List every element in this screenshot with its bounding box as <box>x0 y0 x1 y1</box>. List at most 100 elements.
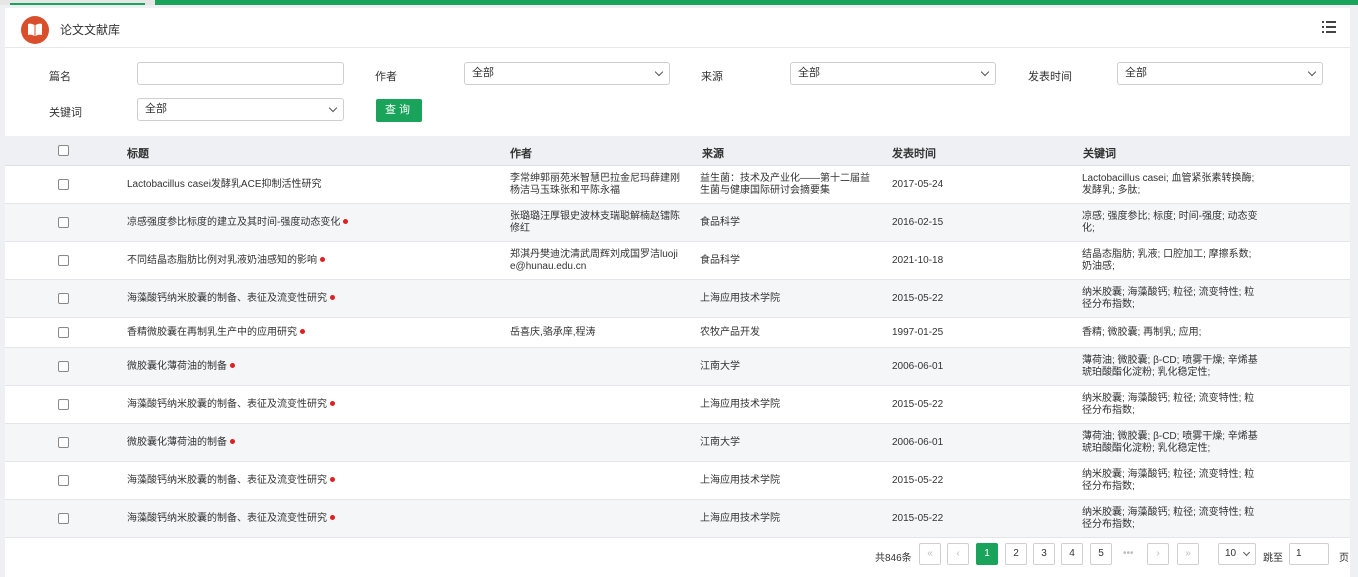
first-page-button[interactable]: « <box>919 543 941 565</box>
page-size-select[interactable]: 10 <box>1218 543 1256 565</box>
row-checkbox[interactable] <box>58 399 69 410</box>
row-source: 食品科学 <box>700 255 740 266</box>
table-row[interactable]: 微胶囊化薄荷油的制备 江南大学 2006-06-01 薄荷油; 微胶囊; β-CD; … <box>5 424 1350 462</box>
new-marker-icon <box>300 328 305 334</box>
table-row[interactable]: 香精微胶囊在再制乳生产中的应用研究 岳喜庆,骆承庠,程涛 农牧产品开发 1997-01… <box>5 318 1350 348</box>
menu-list-icon[interactable] <box>1322 20 1336 34</box>
row-date: 2015-05-22 <box>892 399 944 410</box>
table-row[interactable]: Lactobacillus casei发酵乳ACE抑制活性研究 李常绅郭丽苑米智慧… <box>5 166 1350 204</box>
row-title[interactable]: 海藻酸钙纳米胶囊的制备、表征及流变性研究 <box>127 399 487 411</box>
row-date: 2017-05-24 <box>892 179 944 190</box>
table-row[interactable]: 海藻酸钙纳米胶囊的制备、表征及流变性研究 上海应用技术学院 2015-05-22 纳米… <box>5 500 1350 538</box>
chevron-down-icon <box>328 103 338 113</box>
chevron-down-icon <box>1242 548 1251 557</box>
row-keywords: 薄荷油; 微胶囊; β-CD; 喷雾干燥; 辛烯基琥珀酸酯化淀粉; 乳化稳定性; <box>1082 355 1258 378</box>
row-date: 2015-05-22 <box>892 513 944 524</box>
row-title[interactable]: 海藻酸钙纳米胶囊的制备、表征及流变性研究 <box>127 293 487 305</box>
author-select[interactable]: 全部 <box>464 62 670 85</box>
keyword-filter-label: 关键词 <box>49 107 82 119</box>
row-checkbox[interactable] <box>58 293 69 304</box>
table-row[interactable]: 海藻酸钙纳米胶囊的制备、表征及流变性研究 上海应用技术学院 2015-05-22 纳米… <box>5 462 1350 500</box>
last-page-button[interactable]: » <box>1177 543 1199 565</box>
header-date[interactable]: 发表时间 <box>892 145 936 161</box>
author-filter-label: 作者 <box>375 71 397 83</box>
page-button-3[interactable]: 3 <box>1033 543 1055 565</box>
row-source: 江南大学 <box>700 361 740 372</box>
page-button-1[interactable]: 1 <box>976 543 998 565</box>
row-checkbox[interactable] <box>58 327 69 338</box>
browser-tab-strip <box>0 0 1358 5</box>
header-keywords[interactable]: 关键词 <box>1083 145 1116 161</box>
row-title[interactable]: 凉感强度参比标度的建立及其时间-强度动态变化 <box>127 217 487 229</box>
row-keywords: 薄荷油; 微胶囊; β-CD; 喷雾干燥; 辛烯基琥珀酸酯化淀粉; 乳化稳定性; <box>1082 431 1258 454</box>
row-title[interactable]: 香精微胶囊在再制乳生产中的应用研究 <box>127 327 487 339</box>
active-tab[interactable] <box>0 0 155 5</box>
new-marker-icon <box>330 476 335 482</box>
header-title[interactable]: 标题 <box>127 145 149 161</box>
new-marker-icon <box>330 294 335 300</box>
row-keywords: 纳米胶囊; 海藻酸钙; 粒径; 流变特性; 粒径分布指数; <box>1082 507 1255 530</box>
row-title[interactable]: 海藻酸钙纳米胶囊的制备、表征及流变性研究 <box>127 513 487 525</box>
pagination-ellipsis[interactable]: ••• <box>1123 548 1134 559</box>
table-row[interactable]: 微胶囊化薄荷油的制备 江南大学 2006-06-01 薄荷油; 微胶囊; β-CD; … <box>5 348 1350 386</box>
page-button-2[interactable]: 2 <box>1005 543 1027 565</box>
row-checkbox[interactable] <box>58 513 69 524</box>
row-source: 上海应用技术学院 <box>700 399 780 410</box>
row-title[interactable]: 微胶囊化薄荷油的制备 <box>127 437 487 449</box>
jump-page-input[interactable]: 1 <box>1289 543 1329 565</box>
prev-page-button[interactable]: ‹ <box>947 543 969 565</box>
row-author: 岳喜庆,骆承庠,程涛 <box>510 327 596 338</box>
header-source[interactable]: 来源 <box>702 145 724 161</box>
row-title[interactable]: Lactobacillus casei发酵乳ACE抑制活性研究 <box>127 179 487 191</box>
app-title: 论文文献库 <box>60 23 121 37</box>
new-marker-icon <box>230 362 235 368</box>
new-marker-icon <box>343 218 349 224</box>
row-keywords: 纳米胶囊; 海藻酸钙; 粒径; 流变特性; 粒径分布指数; <box>1082 287 1255 310</box>
source-select[interactable]: 全部 <box>790 62 996 85</box>
page-button-4[interactable]: 4 <box>1061 543 1083 565</box>
keyword-select[interactable]: 全部 <box>137 98 344 121</box>
table-row[interactable]: 不同结晶态脂肪比例对乳液奶油感知的影响 郑淇丹樊迪沈清武周辉刘成国罗洁luojie… <box>5 242 1350 280</box>
chevron-down-icon <box>654 67 664 77</box>
row-date: 2015-05-22 <box>892 293 944 304</box>
row-author: 张璐璐汪厚银史波林支瑞聪解楠赵镭陈修红 <box>510 211 680 234</box>
page-suffix: 页 <box>1339 553 1349 564</box>
row-keywords: 结晶态脂肪; 乳液; 口腔加工; 摩擦系数; 奶油感; <box>1082 249 1252 272</box>
new-marker-icon <box>330 514 335 520</box>
row-title[interactable]: 不同结晶态脂肪比例对乳液奶油感知的影响 <box>127 255 487 267</box>
total-count: 共846条 <box>875 553 912 564</box>
date-select[interactable]: 全部 <box>1117 62 1323 85</box>
main-panel: 论文文献库 篇名 作者 全部 来源 全部 发表时间 全部 关键词 全部 查询 标… <box>5 8 1350 577</box>
row-checkbox[interactable] <box>58 217 69 228</box>
next-page-button[interactable]: › <box>1147 543 1169 565</box>
header-author[interactable]: 作者 <box>510 145 532 161</box>
row-checkbox[interactable] <box>58 255 69 266</box>
table-row[interactable]: 海藻酸钙纳米胶囊的制备、表征及流变性研究 上海应用技术学院 2015-05-22 纳米… <box>5 386 1350 424</box>
row-date: 2016-02-15 <box>892 217 944 228</box>
row-title[interactable]: 微胶囊化薄荷油的制备 <box>127 361 487 373</box>
new-marker-icon <box>330 400 335 406</box>
row-source: 江南大学 <box>700 437 740 448</box>
row-date: 2015-05-22 <box>892 475 944 486</box>
row-title[interactable]: 海藻酸钙纳米胶囊的制备、表征及流变性研究 <box>127 475 487 487</box>
new-marker-icon <box>230 438 235 444</box>
row-checkbox[interactable] <box>58 361 69 372</box>
row-checkbox[interactable] <box>58 437 69 448</box>
row-date: 1997-01-25 <box>892 327 944 338</box>
jump-label: 跳至 <box>1263 553 1283 564</box>
row-checkbox[interactable] <box>58 179 69 190</box>
row-source: 上海应用技术学院 <box>700 293 780 304</box>
row-keywords: 纳米胶囊; 海藻酸钙; 粒径; 流变特性; 粒径分布指数; <box>1082 469 1255 492</box>
app-header: 论文文献库 <box>5 8 1350 48</box>
row-source: 上海应用技术学院 <box>700 513 780 524</box>
page-button-5[interactable]: 5 <box>1090 543 1112 565</box>
title-input[interactable] <box>137 62 344 85</box>
table-row[interactable]: 凉感强度参比标度的建立及其时间-强度动态变化 张璐璐汪厚银史波林支瑞聪解楠赵镭陈修… <box>5 204 1350 242</box>
chevron-down-icon <box>980 67 990 77</box>
row-source: 上海应用技术学院 <box>700 475 780 486</box>
query-button[interactable]: 查询 <box>376 99 422 122</box>
row-checkbox[interactable] <box>58 475 69 486</box>
row-author: 李常绅郭丽苑米智慧巴拉金尼玛薛建刚杨洁马玉珠张和平陈永福 <box>510 173 680 196</box>
select-all-checkbox[interactable] <box>58 145 69 156</box>
table-row[interactable]: 海藻酸钙纳米胶囊的制备、表征及流变性研究 上海应用技术学院 2015-05-22 纳米… <box>5 280 1350 318</box>
